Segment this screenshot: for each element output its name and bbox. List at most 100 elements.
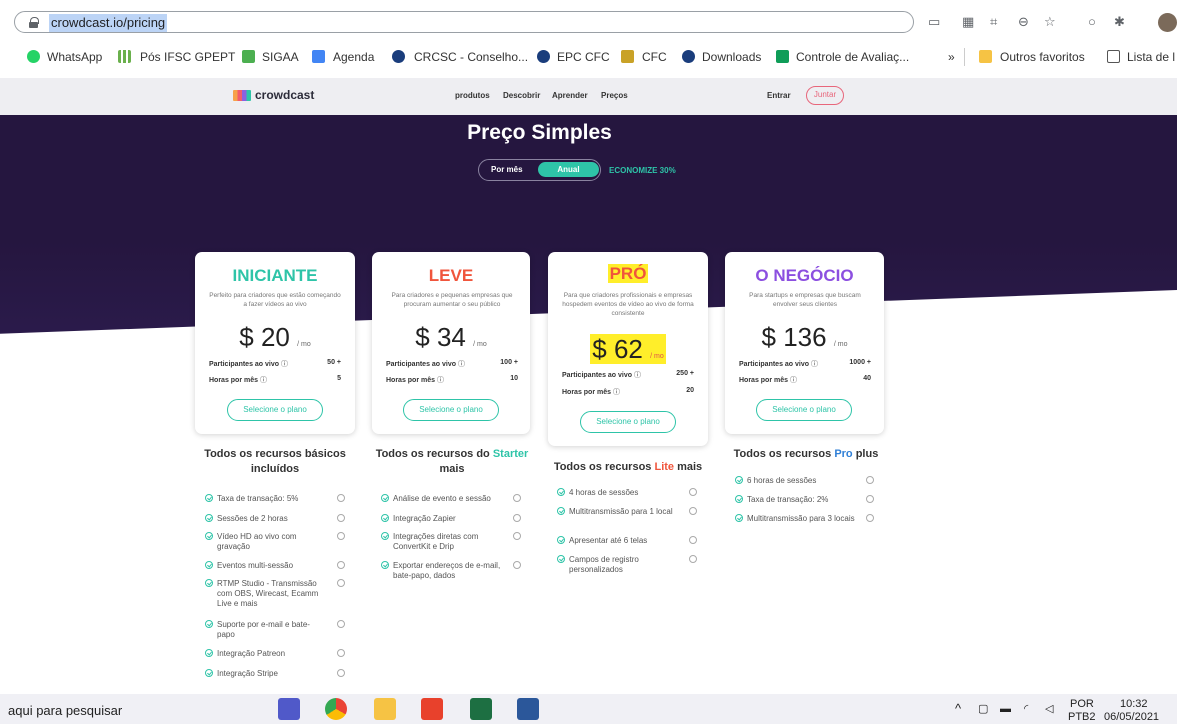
info-icon[interactable]: [689, 488, 697, 496]
info-icon[interactable]: [337, 669, 345, 677]
reading-list-icon: [1107, 50, 1120, 63]
info-icon[interactable]: [337, 494, 345, 502]
plan-card-leve: LEVE Para criadores e pequenas empresas …: [372, 252, 530, 434]
participants-row: Participantes ao vivo ⓘ 100 +: [386, 359, 518, 368]
meet-now-icon[interactable]: ▢: [978, 703, 988, 715]
info-icon[interactable]: [337, 561, 345, 569]
nav-descobrir[interactable]: Descobrir: [503, 91, 540, 100]
nav-entrar[interactable]: Entrar: [767, 91, 791, 100]
browser-chrome: crowdcast.io/pricing ▭ ▦ ⌗ ⊖ ☆ ○ ✱ Whats…: [0, 0, 1177, 78]
star-icon[interactable]: ☆: [1044, 12, 1056, 32]
select-plan-button[interactable]: Selecione o plano: [756, 399, 852, 421]
bookmark-separator: [964, 48, 965, 66]
address-bar[interactable]: crowdcast.io/pricing: [14, 11, 914, 33]
features-heading-lite: Todos os recursos Lite mais: [553, 461, 703, 473]
check-icon: [205, 532, 213, 540]
battery-icon[interactable]: ▬: [1000, 703, 1011, 715]
toggle-monthly[interactable]: Por mês: [491, 165, 523, 174]
bookmark-controle[interactable]: Controle de Avaliaç...: [796, 49, 909, 65]
crowdcast-logo[interactable]: crowdcast: [233, 88, 314, 102]
info-icon[interactable]: [337, 620, 345, 628]
bookmark-agenda[interactable]: Agenda: [333, 49, 374, 65]
nav-aprender[interactable]: Aprender: [552, 91, 588, 100]
participants-row: Participantes ao vivo ⓘ 1000 +: [739, 359, 871, 368]
word-icon[interactable]: [517, 698, 539, 720]
keyboard-layout[interactable]: PTB2: [1068, 711, 1096, 723]
info-icon[interactable]: [689, 555, 697, 563]
bookmark-sigaa[interactable]: SIGAA: [262, 49, 299, 65]
zoom-icon[interactable]: ⊖: [1018, 12, 1029, 32]
info-icon[interactable]: [337, 532, 345, 540]
bookmark-downloads[interactable]: Downloads: [702, 49, 761, 65]
info-icon[interactable]: [866, 476, 874, 484]
info-icon[interactable]: [513, 561, 521, 569]
extension-circle-icon[interactable]: ○: [1088, 12, 1096, 32]
url-text[interactable]: crowdcast.io/pricing: [49, 14, 168, 32]
info-icon[interactable]: ⓘ: [458, 361, 465, 368]
volume-icon[interactable]: ◁: [1045, 703, 1053, 715]
excel-icon[interactable]: [470, 698, 492, 720]
taskbar-search[interactable]: aqui para pesquisar: [8, 703, 122, 718]
bookmark-whatsapp[interactable]: WhatsApp: [47, 49, 102, 65]
select-plan-button[interactable]: Selecione o plano: [403, 399, 499, 421]
wifi-icon[interactable]: ◜: [1024, 703, 1028, 715]
chrome-icon[interactable]: [325, 698, 347, 720]
bookmark-pos-ifsc[interactable]: Pós IFSC GPEPT: [140, 49, 235, 65]
info-icon[interactable]: [689, 536, 697, 544]
cast-icon[interactable]: ▭: [928, 12, 940, 32]
cfc-icon: [621, 50, 634, 63]
info-icon[interactable]: ⓘ: [281, 361, 288, 368]
info-icon[interactable]: [337, 649, 345, 657]
info-icon[interactable]: [513, 514, 521, 522]
info-icon[interactable]: ⓘ: [437, 377, 444, 384]
translate-icon[interactable]: ⌗: [990, 12, 997, 32]
nav-produtos[interactable]: produtos: [455, 91, 490, 100]
whatsapp-icon: [27, 50, 40, 63]
teams-icon[interactable]: [278, 698, 300, 720]
features-heading-pro: Todos os recursos Pro plus: [733, 448, 879, 460]
plan-description: Para startups e empresas que buscam envo…: [749, 292, 861, 308]
info-icon[interactable]: [866, 514, 874, 522]
info-icon[interactable]: [337, 579, 345, 587]
clock-time[interactable]: 10:32: [1120, 698, 1148, 710]
info-icon[interactable]: [866, 495, 874, 503]
info-icon[interactable]: ⓘ: [260, 377, 267, 384]
bookmark-cfc[interactable]: CFC: [642, 49, 667, 65]
plan-price: $ 34 / mo: [415, 322, 487, 352]
check-icon: [557, 555, 565, 563]
puzzle-icon[interactable]: ✱: [1114, 12, 1125, 32]
hours-row: Horas por mês ⓘ 5: [209, 375, 341, 384]
file-explorer-icon[interactable]: [374, 698, 396, 720]
select-plan-button[interactable]: Selecione o plano: [580, 411, 676, 433]
crcsc-icon: [392, 50, 405, 63]
language-indicator[interactable]: POR: [1070, 698, 1094, 710]
check-icon: [205, 514, 213, 522]
bookmark-epc-cfc[interactable]: EPC CFC: [557, 49, 610, 65]
nav-precos[interactable]: Preços: [601, 91, 628, 100]
info-icon[interactable]: [689, 507, 697, 515]
billing-toggle[interactable]: Por mês Anual: [478, 159, 601, 181]
plan-description: Perfeito para criadores que estão começa…: [209, 292, 341, 308]
profile-avatar[interactable]: [1158, 13, 1177, 32]
select-plan-button[interactable]: Selecione o plano: [227, 399, 323, 421]
bookmark-crcsc[interactable]: CRCSC - Conselho...: [414, 49, 528, 65]
bookmark-outros[interactable]: Outros favoritos: [1000, 49, 1085, 65]
tray-chevron-icon[interactable]: ^: [955, 702, 961, 715]
anydesk-icon[interactable]: [421, 698, 443, 720]
info-icon[interactable]: ⓘ: [811, 361, 818, 368]
info-icon[interactable]: [337, 514, 345, 522]
info-icon[interactable]: [513, 532, 521, 540]
info-icon[interactable]: [513, 494, 521, 502]
bookmarks-overflow[interactable]: »: [948, 49, 955, 65]
toggle-annual[interactable]: Anual: [538, 162, 599, 177]
plan-name: INICIANTE: [232, 266, 318, 285]
info-icon[interactable]: ⓘ: [790, 377, 797, 384]
info-icon[interactable]: ⓘ: [613, 389, 620, 396]
qr-icon[interactable]: ▦: [962, 12, 974, 32]
lock-icon: [29, 17, 39, 28]
bookmark-lista[interactable]: Lista de l: [1127, 49, 1175, 65]
plan-price: $ 136 / mo: [761, 322, 848, 352]
clock-date[interactable]: 06/05/2021: [1104, 711, 1159, 723]
info-icon[interactable]: ⓘ: [634, 372, 641, 379]
join-button[interactable]: Juntar: [806, 86, 844, 105]
